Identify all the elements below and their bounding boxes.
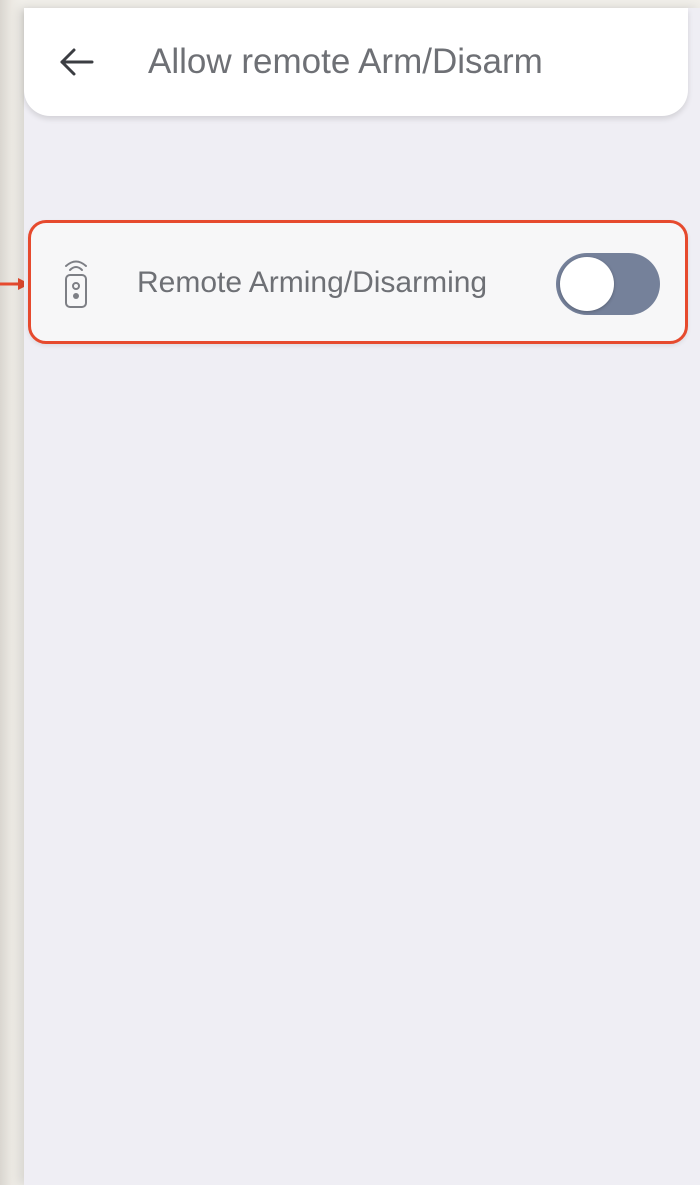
- toggle-knob: [560, 257, 614, 311]
- remote-arming-setting-row: Remote Arming/Disarming: [28, 220, 688, 344]
- remote-control-icon: [65, 260, 87, 308]
- page-title: Allow remote Arm/Disarm: [148, 42, 543, 81]
- top-app-bar: Allow remote Arm/Disarm: [24, 8, 688, 116]
- app-screen: Allow remote Arm/Disarm Remote Arming/Di…: [24, 8, 700, 1185]
- setting-label: Remote Arming/Disarming: [137, 266, 488, 299]
- remote-arming-toggle[interactable]: [556, 253, 660, 315]
- arrow-left-icon: [60, 48, 94, 76]
- back-button[interactable]: [54, 40, 98, 84]
